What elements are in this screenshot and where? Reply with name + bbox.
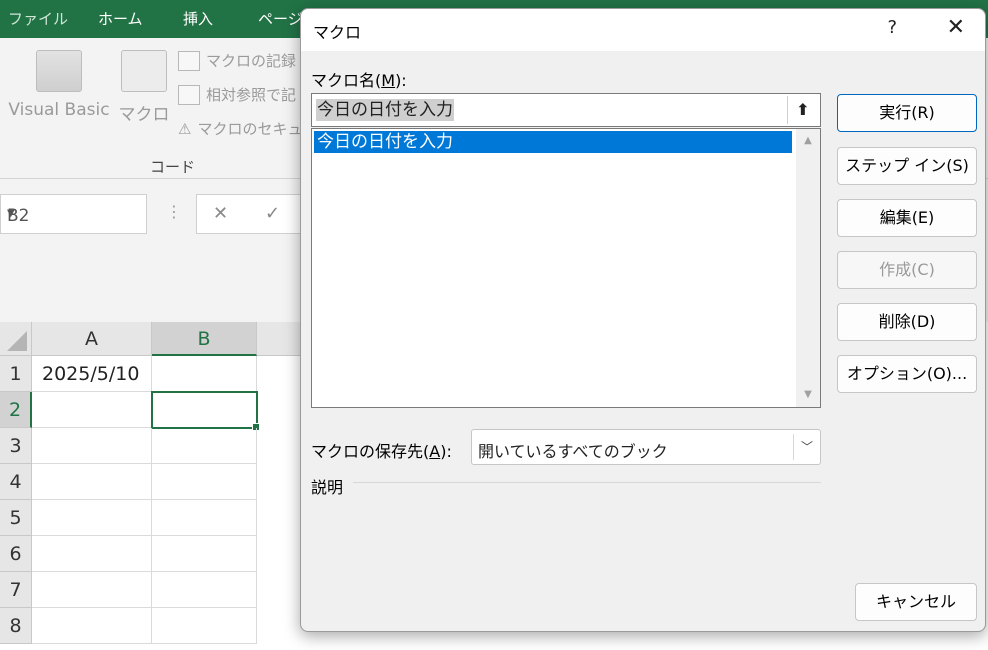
upload-arrow-icon[interactable]: ⬆ (787, 96, 818, 124)
tab-insert[interactable]: 挿入 (183, 8, 213, 29)
cell-a1[interactable]: 2025/5/10 (32, 356, 152, 392)
cell-a7[interactable] (32, 572, 152, 608)
macro-location-label-key: A (429, 442, 441, 461)
record-macro-icon (178, 50, 200, 71)
macro-name-value: 今日の日付を入力 (316, 99, 454, 121)
close-icon[interactable]: ✕ (947, 15, 965, 40)
options-button[interactable]: オプション(O)... (837, 355, 977, 393)
dialog-title: マクロ (313, 23, 362, 42)
macro-location-label-end: ): (440, 442, 452, 461)
macro-location-label: マクロの保存先(A): (311, 438, 452, 462)
macro-dialog: マクロ ? ✕ マクロ名(M): 今日の日付を入力 ⬆ 今日の日付を入力 ▲ ▼… (300, 8, 986, 632)
cell-a8[interactable] (32, 608, 152, 644)
cancel-entry-icon[interactable]: ✕ (213, 203, 228, 224)
relative-reference-button[interactable]: 相対参照で記 (178, 84, 296, 105)
run-button[interactable]: 実行(R) (837, 94, 977, 132)
cell-b8[interactable] (152, 608, 257, 644)
macro-security-label: マクロのセキュ (197, 120, 303, 138)
visual-basic-button[interactable]: Visual Basic (4, 50, 114, 120)
formula-buttons: ✕ ✓ (196, 194, 316, 234)
edit-button[interactable]: 編集(E) (837, 199, 977, 237)
macro-location-value: 開いているすべてのブック (478, 442, 668, 461)
relative-reference-icon (178, 84, 200, 105)
cell-a4[interactable] (32, 464, 152, 500)
macro-security-button[interactable]: ⚠ マクロのセキュ (178, 118, 302, 139)
cell-a5[interactable] (32, 500, 152, 536)
warning-icon: ⚠ (178, 119, 192, 138)
help-icon[interactable]: ? (887, 17, 897, 38)
row-header-5[interactable]: 5 (0, 500, 32, 536)
visual-basic-label: Visual Basic (8, 100, 110, 120)
scroll-down-icon[interactable]: ▼ (796, 383, 820, 407)
cell-b3[interactable] (152, 428, 257, 464)
select-all-corner[interactable] (0, 322, 32, 356)
macro-name-label-end: ): (395, 71, 407, 90)
cell-a6[interactable] (32, 536, 152, 572)
record-macro-button[interactable]: マクロの記録 (178, 50, 296, 71)
macro-list[interactable]: 今日の日付を入力 ▲ ▼ (311, 128, 821, 408)
cell-b4[interactable] (152, 464, 257, 500)
row-header-8[interactable]: 8 (0, 608, 32, 644)
row-header-1[interactable]: 1 (0, 356, 32, 392)
cell-a2[interactable] (32, 392, 152, 428)
description-divider (353, 482, 821, 483)
visual-basic-icon (36, 50, 82, 92)
chevron-down-icon[interactable]: ﹀ (793, 434, 820, 460)
dialog-titlebar[interactable]: マクロ ? ✕ (301, 9, 985, 51)
macro-button[interactable]: マクロ (118, 50, 170, 125)
column-header-a[interactable]: A (32, 322, 152, 356)
scroll-up-icon[interactable]: ▲ (796, 129, 820, 153)
macro-label: マクロ (118, 105, 170, 125)
cell-b1[interactable] (152, 356, 257, 392)
cell-b2-active[interactable] (151, 391, 260, 431)
code-group-label: コード (150, 158, 196, 176)
row-header-7[interactable]: 7 (0, 572, 32, 608)
description-label: 説明 (311, 478, 344, 497)
row-header-6[interactable]: 6 (0, 536, 32, 572)
cell-a3[interactable] (32, 428, 152, 464)
create-button: 作成(C) (837, 251, 977, 289)
cell-b6[interactable] (152, 536, 257, 572)
macro-name-label-key: M (381, 71, 396, 90)
chevron-down-icon[interactable]: ▼ (7, 208, 138, 219)
column-header-b[interactable]: B (152, 322, 257, 356)
relative-reference-label: 相対参照で記 (206, 86, 297, 104)
cell-b5[interactable] (152, 500, 257, 536)
step-into-button[interactable]: ステップ イン(S) (837, 147, 977, 185)
macro-icon (121, 50, 167, 92)
tab-file[interactable]: ファイル (8, 8, 68, 29)
row-header-2[interactable]: 2 (0, 392, 32, 428)
row-header-4[interactable]: 4 (0, 464, 32, 500)
macro-name-label: マクロ名(M): (311, 67, 407, 91)
row-header-3[interactable]: 3 (0, 428, 32, 464)
record-macro-label: マクロの記録 (206, 52, 297, 70)
macro-location-label-text: マクロの保存先( (311, 442, 430, 461)
macro-name-label-text: マクロ名( (311, 71, 382, 90)
tab-home[interactable]: ホーム (98, 8, 143, 29)
tab-page-layout[interactable]: ページ (258, 8, 303, 29)
confirm-entry-icon[interactable]: ✓ (265, 203, 280, 224)
macro-location-select[interactable]: 開いているすべてのブック ﹀ (471, 429, 821, 465)
delete-button[interactable]: 削除(D) (837, 303, 977, 341)
cell-b7[interactable] (152, 572, 257, 608)
list-scrollbar[interactable]: ▲ ▼ (796, 129, 820, 407)
cancel-button[interactable]: キャンセル (855, 583, 977, 621)
list-item[interactable]: 今日の日付を入力 (314, 131, 792, 153)
name-box[interactable]: B2 ▼ (0, 194, 147, 234)
more-options-icon: ⋮ (166, 202, 182, 221)
macro-name-input[interactable]: 今日の日付を入力 ⬆ (311, 93, 821, 127)
